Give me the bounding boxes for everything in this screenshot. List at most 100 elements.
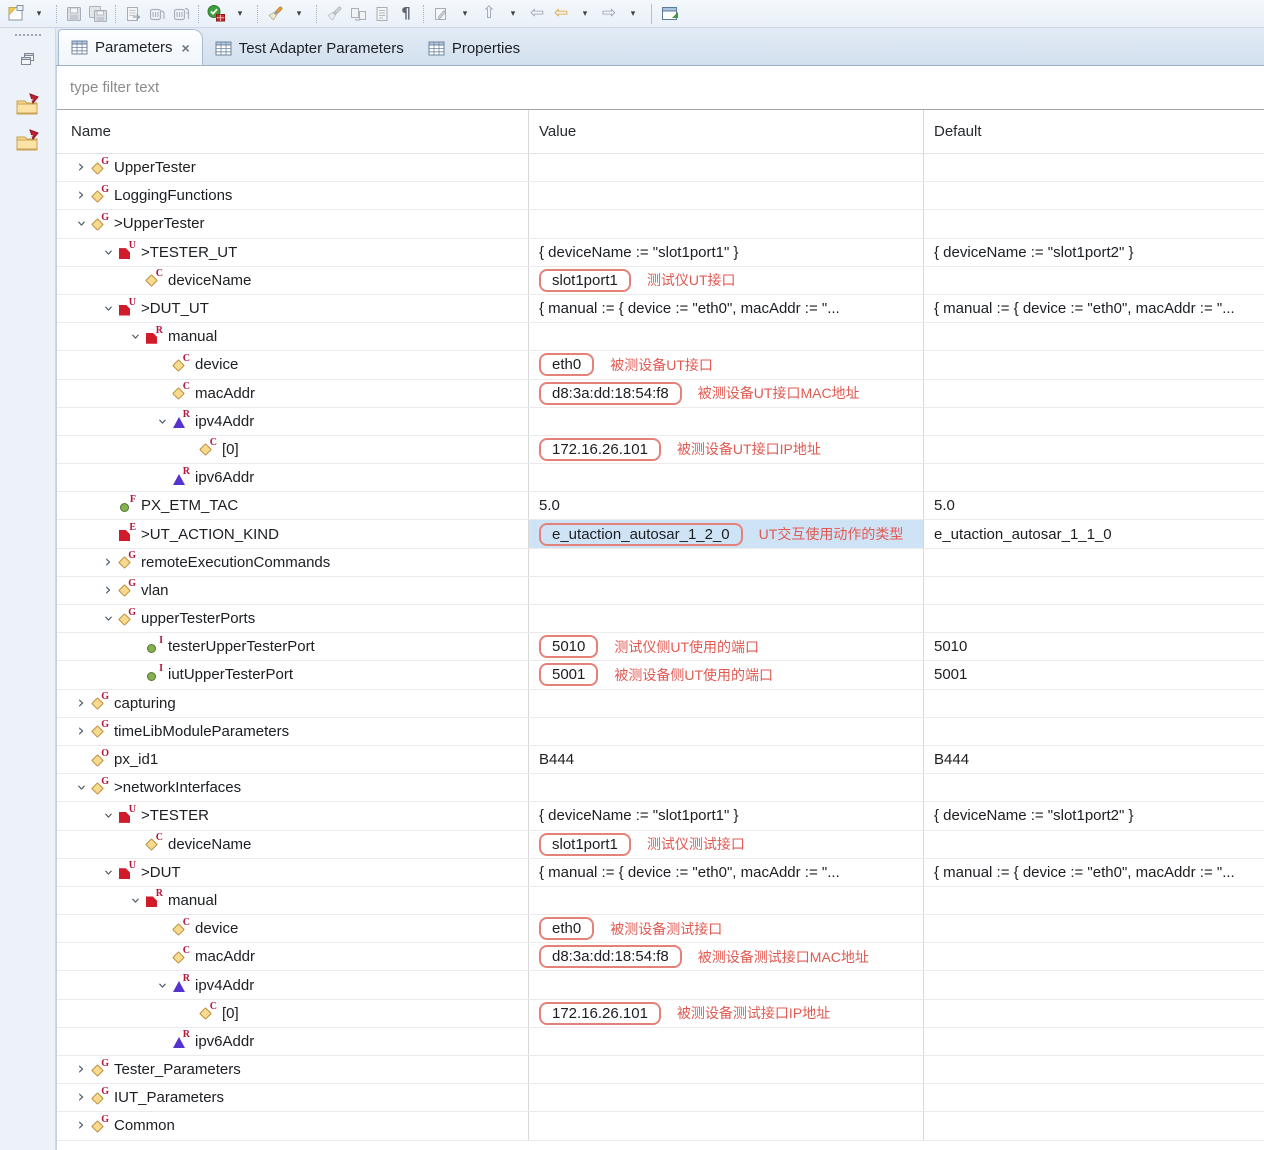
param-value-cell[interactable] [528,718,923,745]
back-disabled-button[interactable]: ⇦ [526,2,548,26]
table-row[interactable]: › G vlan [57,577,1264,605]
chevron-collapsed-icon[interactable]: › [71,1089,91,1106]
param-value-cell[interactable] [528,605,923,632]
param-value-cell[interactable] [528,464,923,491]
table-row[interactable]: › G upperTesterPorts [57,605,1264,633]
chevron-collapsed-icon[interactable]: › [71,159,91,176]
chevron-collapsed-icon[interactable]: › [71,1061,91,1078]
table-row[interactable]: › R manual [57,323,1264,351]
column-header-value[interactable]: Value [528,110,923,153]
last-edit-location-button[interactable] [430,2,452,26]
drag-handle[interactable] [15,34,41,40]
chevron-expanded-icon[interactable]: › [127,327,144,347]
table-row[interactable]: › G Common [57,1112,1264,1140]
param-value-cell[interactable] [528,577,923,604]
param-value-cell[interactable] [528,690,923,717]
param-value-cell[interactable]: slot1port1 测试仪测试接口 [528,831,923,858]
chevron-collapsed-icon[interactable]: › [71,723,91,740]
param-name-cell[interactable]: I iutUpperTesterPort [57,661,528,688]
param-name-cell[interactable]: › R ipv4Addr [57,408,528,435]
param-value-cell[interactable] [528,1084,923,1111]
param-name-cell[interactable]: R ipv6Addr [57,1028,528,1055]
param-value-cell[interactable] [528,549,923,576]
table-row[interactable]: › G LoggingFunctions [57,182,1264,210]
build-project-button[interactable] [146,2,168,26]
param-name-cell[interactable]: › G Common [57,1112,528,1139]
table-row[interactable]: › G Tester_Parameters [57,1056,1264,1084]
param-value-cell[interactable] [528,774,923,801]
param-value-cell[interactable] [528,182,923,209]
table-row[interactable]: C deviceName slot1port1 测试仪测试接口 [57,831,1264,859]
table-row[interactable]: › U >DUT_UT { manual := { device := "eth… [57,295,1264,323]
param-value-cell[interactable] [528,323,923,350]
table-row[interactable]: C macAddr d8:3a:dd:18:54:f8 被测设备测试接口MAC地… [57,943,1264,971]
new-wizard-dropdown[interactable]: ▾ [28,2,50,26]
chevron-collapsed-icon[interactable]: › [71,187,91,204]
param-value-cell[interactable] [528,1112,923,1139]
table-row[interactable]: C deviceName slot1port1 测试仪UT接口 [57,267,1264,295]
param-value-cell[interactable]: eth0 被测设备测试接口 [528,915,923,942]
table-row[interactable]: › G >UpperTester [57,210,1264,238]
clear-console-dropdown[interactable]: ▾ [288,2,310,26]
table-row[interactable]: I testerUpperTesterPort 5010 测试仪侧UT使用的端口… [57,633,1264,661]
build-all-button[interactable] [170,2,192,26]
param-name-cell[interactable]: C [0] [57,436,528,463]
table-row[interactable]: O px_id1 B444 B444 [57,746,1264,774]
param-value-cell[interactable] [528,154,923,181]
param-value-cell[interactable]: 172.16.26.101 被测设备UT接口IP地址 [528,436,923,463]
param-value-cell[interactable]: { deviceName := "slot1port1" } [528,802,923,829]
param-name-cell[interactable]: F PX_ETM_TAC [57,492,528,519]
param-value-cell[interactable]: 5.0 [528,492,923,519]
chevron-expanded-icon[interactable]: › [100,862,117,882]
back-button[interactable]: ⇦ [550,2,572,26]
param-name-cell[interactable]: C deviceName [57,831,528,858]
param-value-cell[interactable]: { manual := { device := "eth0", macAddr … [528,859,923,886]
table-row[interactable]: › R manual [57,887,1264,915]
table-row[interactable]: › U >DUT { manual := { device := "eth0",… [57,859,1264,887]
restore-views-button[interactable] [18,50,38,68]
param-value-cell[interactable]: slot1port1 测试仪UT接口 [528,267,923,294]
param-name-cell[interactable]: C macAddr [57,380,528,407]
new-wizard-button[interactable] [4,2,26,26]
param-value-cell[interactable] [528,887,923,914]
param-name-cell[interactable]: › G timeLibModuleParameters [57,718,528,745]
param-name-cell[interactable]: › U >TESTER_UT [57,239,528,266]
tab-properties[interactable]: Properties [416,31,532,65]
show-source-button[interactable] [371,2,393,26]
close-icon[interactable]: × [182,40,190,56]
minimized-view-folder-1-button[interactable] [14,92,42,118]
column-header-default[interactable]: Default [923,110,1264,153]
param-value-cell[interactable]: { deviceName := "slot1port1" } [528,239,923,266]
param-name-cell[interactable]: I testerUpperTesterPort [57,633,528,660]
previous-annotation-button[interactable]: ⇧ [478,2,500,26]
table-row[interactable]: C device eth0 被测设备测试接口 [57,915,1264,943]
param-name-cell[interactable]: E >UT_ACTION_KIND [57,520,528,547]
table-row[interactable]: › U >TESTER { deviceName := "slot1port1"… [57,802,1264,830]
table-row[interactable]: › R ipv4Addr [57,971,1264,999]
param-value-cell[interactable]: d8:3a:dd:18:54:f8 被测设备UT接口MAC地址 [528,380,923,407]
param-value-cell[interactable]: d8:3a:dd:18:54:f8 被测设备测试接口MAC地址 [528,943,923,970]
param-name-cell[interactable]: › U >DUT [57,859,528,886]
forward-button[interactable]: ⇨ [598,2,620,26]
param-value-cell[interactable] [528,210,923,237]
previous-annotation-dropdown[interactable]: ▾ [502,2,524,26]
param-value-cell[interactable] [528,1028,923,1055]
param-value-cell[interactable]: 5001 被测设备侧UT使用的端口 [528,661,923,688]
table-row[interactable]: F PX_ETM_TAC 5.0 5.0 [57,492,1264,520]
param-name-cell[interactable]: › G capturing [57,690,528,717]
param-value-cell[interactable]: 5010 测试仪侧UT使用的端口 [528,633,923,660]
table-row[interactable]: › G >networkInterfaces [57,774,1264,802]
param-name-cell[interactable]: › R manual [57,887,528,914]
chevron-collapsed-icon[interactable]: › [71,695,91,712]
column-header-name[interactable]: Name [57,110,528,153]
open-new-window-button[interactable] [659,2,681,26]
chevron-expanded-icon[interactable]: › [100,609,117,629]
param-name-cell[interactable]: O px_id1 [57,746,528,773]
export-button[interactable] [122,2,144,26]
chevron-expanded-icon[interactable]: › [73,778,90,798]
param-name-cell[interactable]: C deviceName [57,267,528,294]
compile-run-dropdown[interactable]: ▾ [229,2,251,26]
chevron-collapsed-icon[interactable]: › [71,1117,91,1134]
param-name-cell[interactable]: › G vlan [57,577,528,604]
param-value-cell[interactable] [528,1056,923,1083]
